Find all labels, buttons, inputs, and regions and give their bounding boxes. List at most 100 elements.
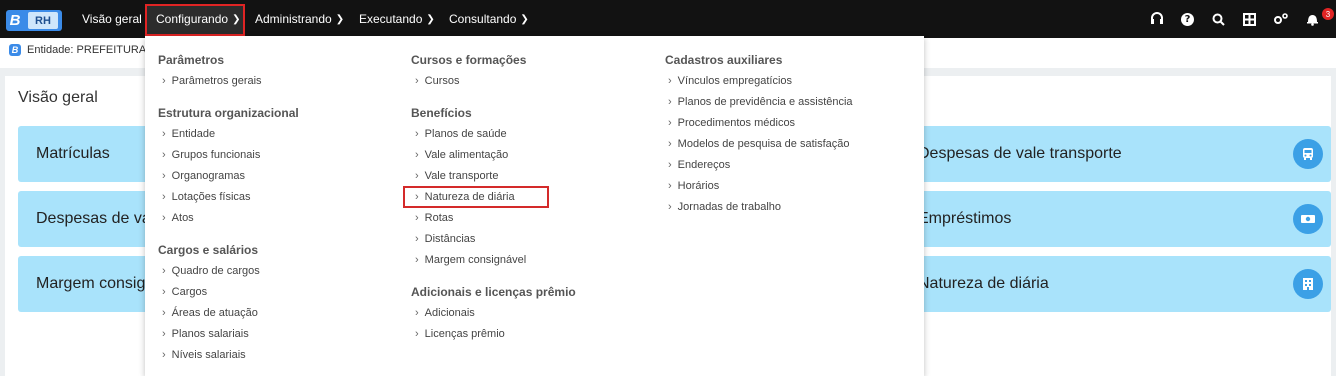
- chevron-down-icon: ❯: [520, 13, 529, 25]
- menu-item[interactable]: › Planos de previdência e assistência: [668, 96, 853, 108]
- menu-section-title: Parâmetros: [158, 53, 225, 67]
- menu-item[interactable]: › Planos salariais: [162, 328, 249, 340]
- menu-item[interactable]: › Organogramas: [162, 170, 245, 182]
- menu-item-label: Áreas de atuação: [171, 307, 258, 319]
- menu-item[interactable]: › Cursos: [415, 75, 460, 87]
- menu-item[interactable]: › Margem consignável: [415, 254, 526, 266]
- menu-item-label: Planos de previdência e assistência: [677, 96, 853, 108]
- bell-icon[interactable]: [1306, 0, 1319, 38]
- menu-item[interactable]: › Parâmetros gerais: [162, 75, 262, 87]
- settings-icon[interactable]: [1273, 0, 1289, 38]
- nav-executando[interactable]: Executando ❯: [359, 0, 435, 38]
- nav-configurando[interactable]: Configurando ❯: [156, 0, 240, 38]
- menu-item[interactable]: › Áreas de atuação: [162, 307, 258, 319]
- nav-label: Visão geral: [82, 12, 142, 26]
- chevron-right-icon: ›: [668, 180, 672, 192]
- card-label: Despesas de val: [36, 210, 155, 227]
- menu-section-title: Benefícios: [411, 106, 472, 120]
- chevron-right-icon: ›: [162, 349, 166, 361]
- menu-item-label: Atos: [171, 212, 194, 224]
- menu-item[interactable]: › Vale transporte: [415, 170, 498, 182]
- menu-item[interactable]: › Níveis salariais: [162, 349, 246, 361]
- menu-item[interactable]: › Modelos de pesquisa de satisfação: [668, 138, 850, 150]
- menu-item[interactable]: › Grupos funcionais: [162, 149, 260, 161]
- card-label: Matrículas: [36, 145, 110, 162]
- chevron-right-icon: ›: [415, 328, 419, 340]
- menu-section-title: Estrutura organizacional: [158, 106, 299, 120]
- chevron-right-icon: ›: [668, 96, 672, 108]
- menu-item[interactable]: › Licenças prêmio: [415, 328, 505, 340]
- entity-indicator[interactable]: B Entidade: PREFEITURA D: [9, 44, 157, 56]
- chevron-right-icon: ›: [415, 254, 419, 266]
- menu-item-label: Planos salariais: [171, 328, 249, 340]
- card-emprestimos[interactable]: Empréstimos: [918, 191, 1331, 247]
- chevron-down-icon: ❯: [335, 13, 345, 25]
- nav-visao-geral[interactable]: Visão geral: [82, 0, 142, 38]
- product-label: RH: [28, 12, 58, 29]
- menu-item[interactable]: › Lotações físicas: [162, 191, 251, 203]
- menu-item[interactable]: › Adicionais: [415, 307, 475, 319]
- menu-item[interactable]: › Distâncias: [415, 233, 475, 245]
- menu-item-label: Adicionais: [424, 307, 475, 319]
- menu-section-title: Cadastros auxiliares: [665, 53, 783, 67]
- card-despesas-vale-transporte[interactable]: Despesas de vale transporte: [918, 126, 1331, 182]
- nav-label: Consultando: [449, 12, 517, 26]
- card-margem-consignavel[interactable]: Margem consig: [18, 256, 163, 312]
- menu-item[interactable]: › Vale alimentação: [415, 149, 508, 161]
- menu-item[interactable]: › Vínculos empregatícios: [668, 75, 792, 87]
- menu-item-label: Procedimentos médicos: [677, 117, 796, 129]
- menu-item[interactable]: › Horários: [668, 180, 719, 192]
- chevron-down-icon: ❯: [232, 13, 241, 25]
- menu-item[interactable]: › Endereços: [668, 159, 730, 171]
- card-label: Natureza de diária: [918, 275, 1049, 292]
- menu-item-label: Licenças prêmio: [424, 328, 505, 340]
- menu-item[interactable]: › Procedimentos médicos: [668, 117, 795, 129]
- menu-item-label: Endereços: [677, 159, 731, 171]
- card-label: Empréstimos: [918, 210, 1012, 227]
- chevron-right-icon: ›: [415, 233, 419, 245]
- menu-item-label: Cargos: [171, 286, 208, 298]
- menu-item-label: Cursos: [424, 75, 460, 87]
- menu-item-label: Modelos de pesquisa de satisfação: [677, 138, 850, 150]
- nav-consultando[interactable]: Consultando ❯: [449, 0, 529, 38]
- building-icon: [1293, 269, 1323, 299]
- menu-item[interactable]: › Entidade: [162, 128, 215, 140]
- menu-item[interactable]: › Planos de saúde: [415, 128, 507, 140]
- card-matriculas[interactable]: Matrículas: [18, 126, 163, 182]
- menu-item-label: Rotas: [424, 212, 454, 224]
- menu-item[interactable]: › Cargos: [162, 286, 207, 298]
- menu-item[interactable]: › Jornadas de trabalho: [668, 201, 781, 213]
- menu-item-label: Vale transporte: [424, 170, 499, 182]
- chevron-right-icon: ›: [162, 265, 166, 277]
- chevron-right-icon: ›: [162, 191, 166, 203]
- chevron-right-icon: ›: [162, 286, 166, 298]
- search-icon[interactable]: [1212, 0, 1225, 38]
- chevron-right-icon: ›: [415, 170, 419, 182]
- card-natureza-diaria[interactable]: Natureza de diária: [918, 256, 1331, 312]
- menu-item-label: Grupos funcionais: [171, 149, 261, 161]
- entity-text: Entidade: PREFEITURA D: [27, 44, 157, 56]
- nav-administrando[interactable]: Administrando ❯: [255, 0, 344, 38]
- menu-item-label: Parâmetros gerais: [171, 75, 262, 87]
- menu-item[interactable]: › Rotas: [415, 212, 453, 224]
- help-icon[interactable]: ?: [1181, 0, 1194, 38]
- chevron-right-icon: ›: [668, 117, 672, 129]
- chevron-right-icon: ›: [668, 159, 672, 171]
- chevron-right-icon: ›: [415, 149, 419, 161]
- chevron-right-icon: ›: [162, 149, 166, 161]
- menu-item-label: Distâncias: [424, 233, 476, 245]
- chevron-down-icon: ❯: [426, 13, 435, 25]
- nav-label: Executando: [359, 12, 423, 26]
- menu-item[interactable]: › Atos: [162, 212, 194, 224]
- nav-label: Administrando: [255, 12, 332, 26]
- card-despesas-vale[interactable]: Despesas de val: [18, 191, 163, 247]
- menu-item-label: Planos de saúde: [424, 128, 507, 140]
- entity-logo-icon: B: [9, 44, 21, 56]
- chevron-right-icon: ›: [415, 128, 419, 140]
- grid-icon[interactable]: [1243, 0, 1256, 38]
- headset-icon[interactable]: [1150, 0, 1164, 38]
- top-navbar: B RH Visão geral Configurando ❯ Administ…: [0, 0, 1336, 38]
- app-logo[interactable]: B RH: [6, 10, 62, 31]
- menu-item[interactable]: › Quadro de cargos: [162, 265, 260, 277]
- menu-item-label: Organogramas: [171, 170, 246, 182]
